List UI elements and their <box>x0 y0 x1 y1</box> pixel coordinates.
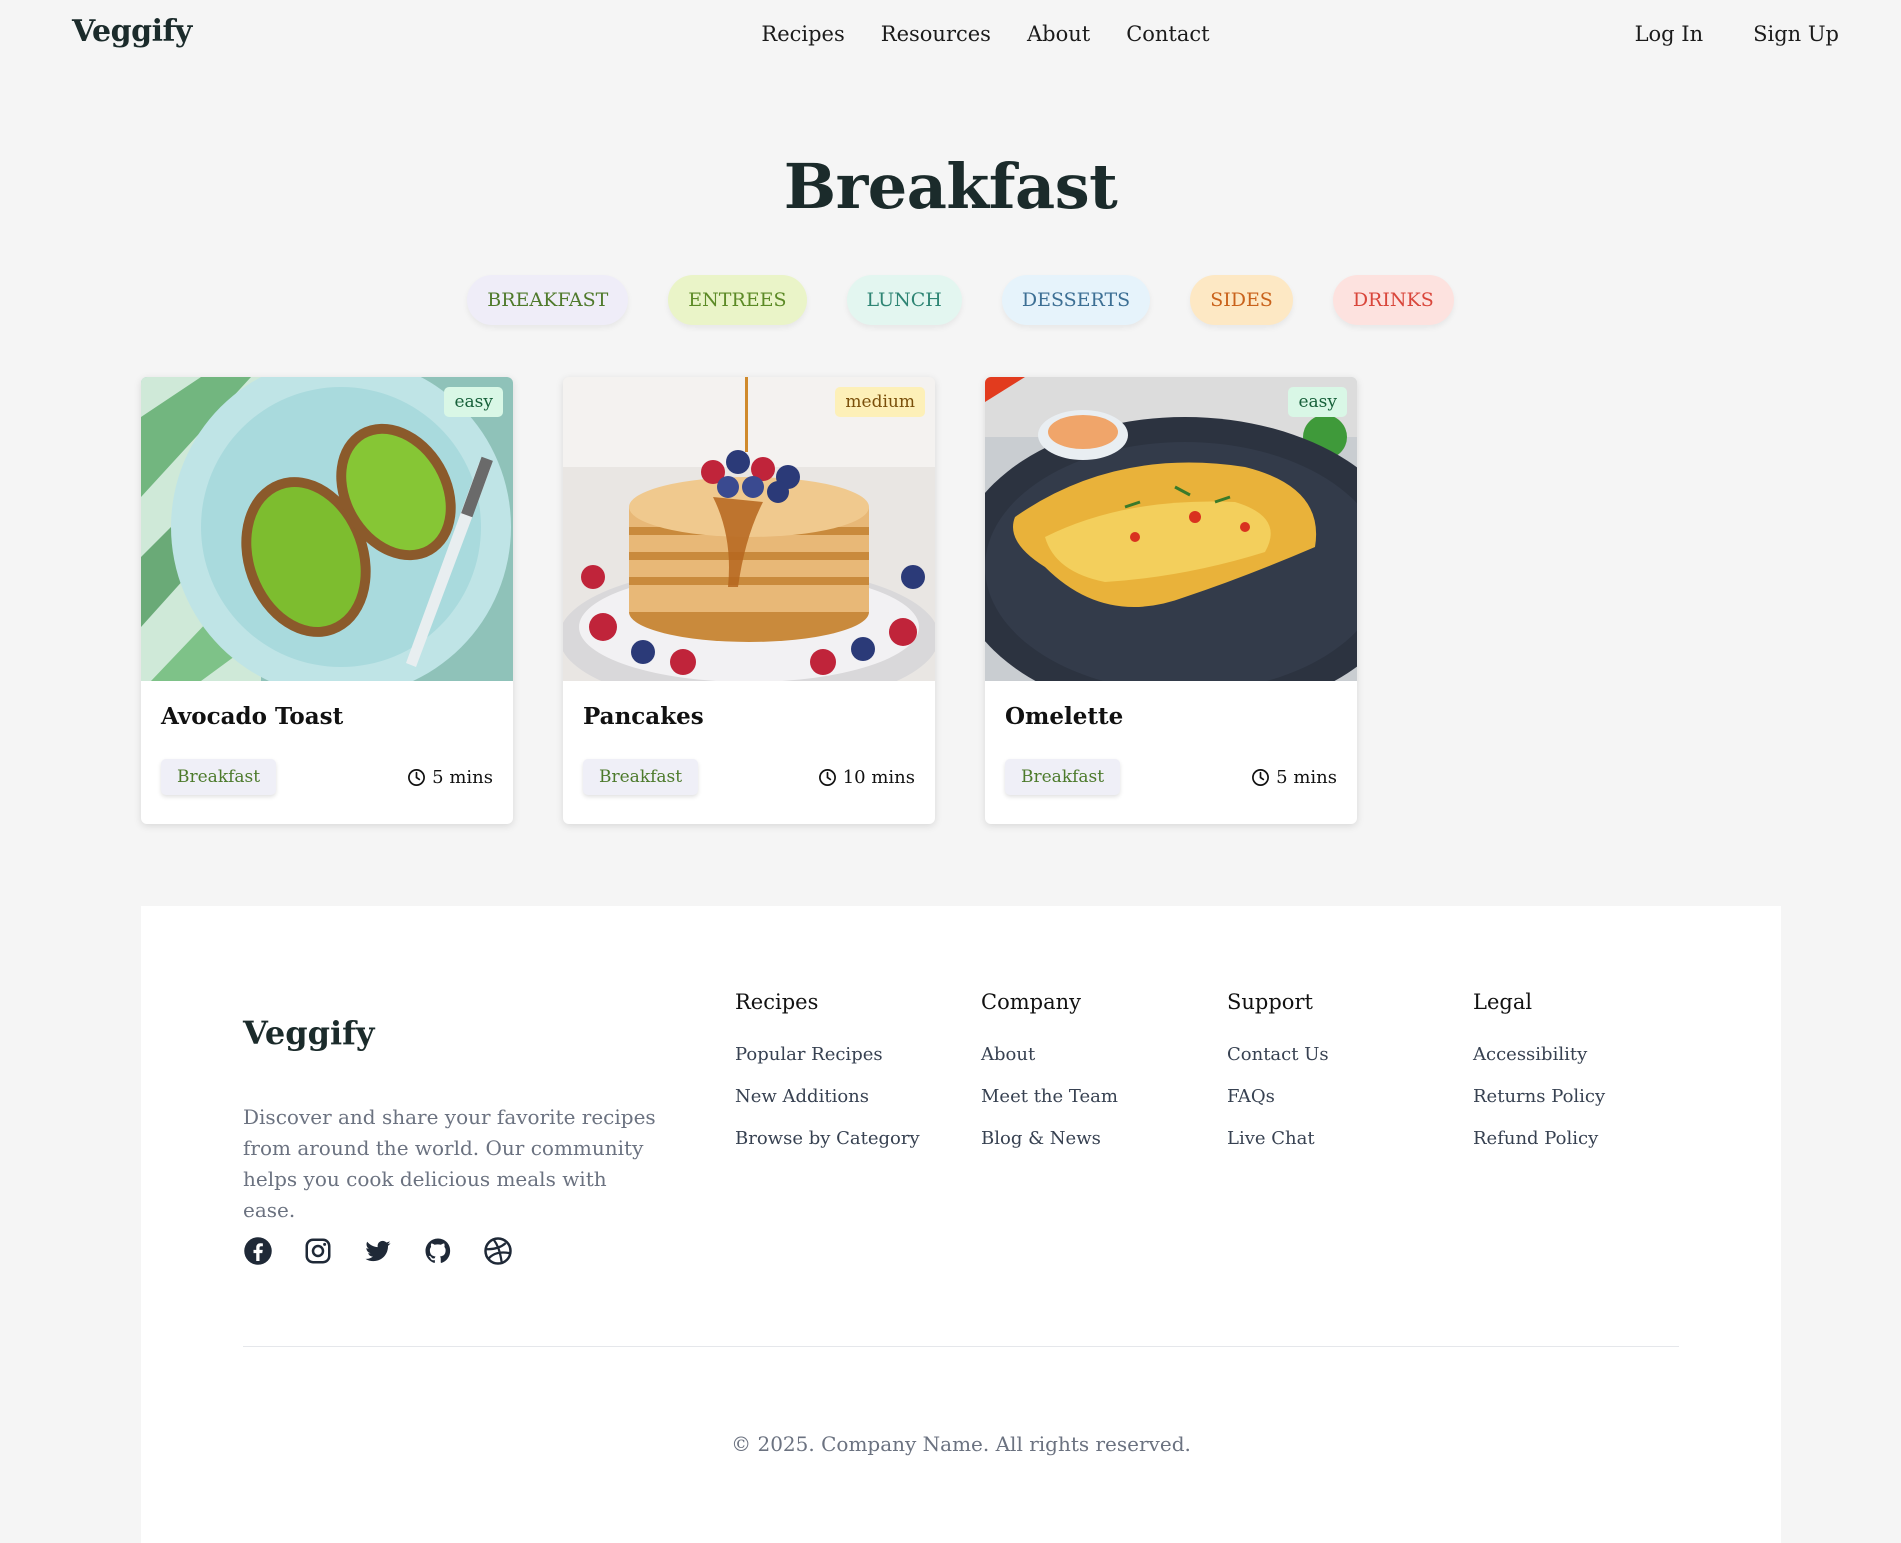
clock-icon <box>818 769 836 786</box>
footer-link-blog-news[interactable]: Blog & News <box>981 1128 1118 1149</box>
category-pill-desserts[interactable]: DESSERTS <box>1001 275 1151 325</box>
cook-time-label: 5 mins <box>432 767 493 788</box>
cook-time: 10 mins <box>818 767 915 788</box>
copyright-text: © 2025. Company Name. All rights reserve… <box>731 1432 1191 1456</box>
nav-contact[interactable]: Contact <box>1126 22 1209 46</box>
footer-link-popular-recipes[interactable]: Popular Recipes <box>735 1044 920 1065</box>
cook-time: 5 mins <box>1251 767 1337 788</box>
category-pill-entrees[interactable]: ENTREES <box>668 275 807 325</box>
signup-link[interactable]: Sign Up <box>1753 22 1839 46</box>
page-title: Breakfast <box>783 150 1118 223</box>
category-filter: BREAKFAST ENTREES LUNCH DESSERTS SIDES D… <box>0 275 1901 325</box>
recipe-title[interactable]: Avocado Toast <box>161 703 343 730</box>
category-pill-sides[interactable]: SIDES <box>1190 275 1293 325</box>
footer-col-company: Company About Meet the Team Blog & News <box>981 990 1118 1170</box>
cook-time-label: 5 mins <box>1276 767 1337 788</box>
footer-link-new-additions[interactable]: New Additions <box>735 1086 920 1107</box>
nav-recipes[interactable]: Recipes <box>761 22 844 46</box>
footer-heading: Legal <box>1473 990 1533 1014</box>
clock-icon <box>1252 769 1270 786</box>
avocado-toast-photo: easy <box>141 377 513 681</box>
instagram-icon[interactable] <box>303 1236 333 1266</box>
category-pill-breakfast[interactable]: BREAKFAST <box>467 275 629 325</box>
footer-link-accessibility[interactable]: Accessibility <box>1473 1044 1605 1065</box>
category-tag[interactable]: Breakfast <box>1005 759 1121 795</box>
footer-col-recipes: Recipes Popular Recipes New Additions Br… <box>735 990 920 1170</box>
facebook-icon[interactable] <box>243 1236 273 1266</box>
omelette-photo: easy <box>985 377 1357 681</box>
difficulty-badge: medium <box>835 387 925 417</box>
dribbble-icon[interactable] <box>483 1236 513 1266</box>
recipe-grid: easy Avocado Toast Breakfast 5 mins medi… <box>141 377 1357 824</box>
difficulty-badge: easy <box>444 387 503 417</box>
auth-links: Log In Sign Up <box>1635 22 1839 46</box>
footer-heading: Company <box>981 990 1081 1014</box>
category-tag[interactable]: Breakfast <box>583 759 699 795</box>
footer-link-returns-policy[interactable]: Returns Policy <box>1473 1086 1605 1107</box>
category-tag[interactable]: Breakfast <box>161 759 277 795</box>
github-icon[interactable] <box>423 1236 453 1266</box>
twitter-icon[interactable] <box>363 1236 393 1266</box>
clock-icon <box>408 769 426 786</box>
footer-link-refund-policy[interactable]: Refund Policy <box>1473 1128 1605 1149</box>
footer-link-contact-us[interactable]: Contact Us <box>1227 1044 1329 1065</box>
footer-col-legal: Legal Accessibility Returns Policy Refun… <box>1473 990 1605 1170</box>
footer-link-about[interactable]: About <box>981 1044 1118 1065</box>
footer-link-live-chat[interactable]: Live Chat <box>1227 1128 1329 1149</box>
recipe-card-pancakes[interactable]: medium Pancakes Breakfast 10 mins <box>563 377 935 824</box>
footer-link-browse-by-category[interactable]: Browse by Category <box>735 1128 920 1149</box>
recipe-card-omelette[interactable]: easy Omelette Breakfast 5 mins <box>985 377 1357 824</box>
category-pill-drinks[interactable]: DRINKS <box>1332 275 1454 325</box>
nav-about[interactable]: About <box>1027 22 1090 46</box>
footer-heading: Recipes <box>735 990 819 1014</box>
footer-logo[interactable]: Veggify <box>243 1014 375 1052</box>
site-footer: Veggify Discover and share your favorite… <box>141 906 1781 1543</box>
difficulty-badge: easy <box>1288 387 1347 417</box>
footer-link-faqs[interactable]: FAQs <box>1227 1086 1329 1107</box>
recipe-title[interactable]: Omelette <box>1005 703 1123 730</box>
recipe-card-avocado-toast[interactable]: easy Avocado Toast Breakfast 5 mins <box>141 377 513 824</box>
login-link[interactable]: Log In <box>1635 22 1704 46</box>
cook-time-label: 10 mins <box>842 767 915 788</box>
footer-heading: Support <box>1227 990 1313 1014</box>
footer-link-meet-the-team[interactable]: Meet the Team <box>981 1086 1118 1107</box>
nav-resources[interactable]: Resources <box>881 22 991 46</box>
social-links <box>243 1236 513 1266</box>
recipe-title[interactable]: Pancakes <box>583 703 704 730</box>
footer-description: Discover and share your favorite recipes… <box>243 1105 656 1222</box>
pancakes-photo: medium <box>563 377 935 681</box>
footer-divider <box>243 1346 1679 1347</box>
cook-time: 5 mins <box>407 767 493 788</box>
footer-col-support: Support Contact Us FAQs Live Chat <box>1227 990 1329 1170</box>
main-nav: Recipes Resources About Contact <box>0 22 1901 46</box>
category-pill-lunch[interactable]: LUNCH <box>846 275 962 325</box>
